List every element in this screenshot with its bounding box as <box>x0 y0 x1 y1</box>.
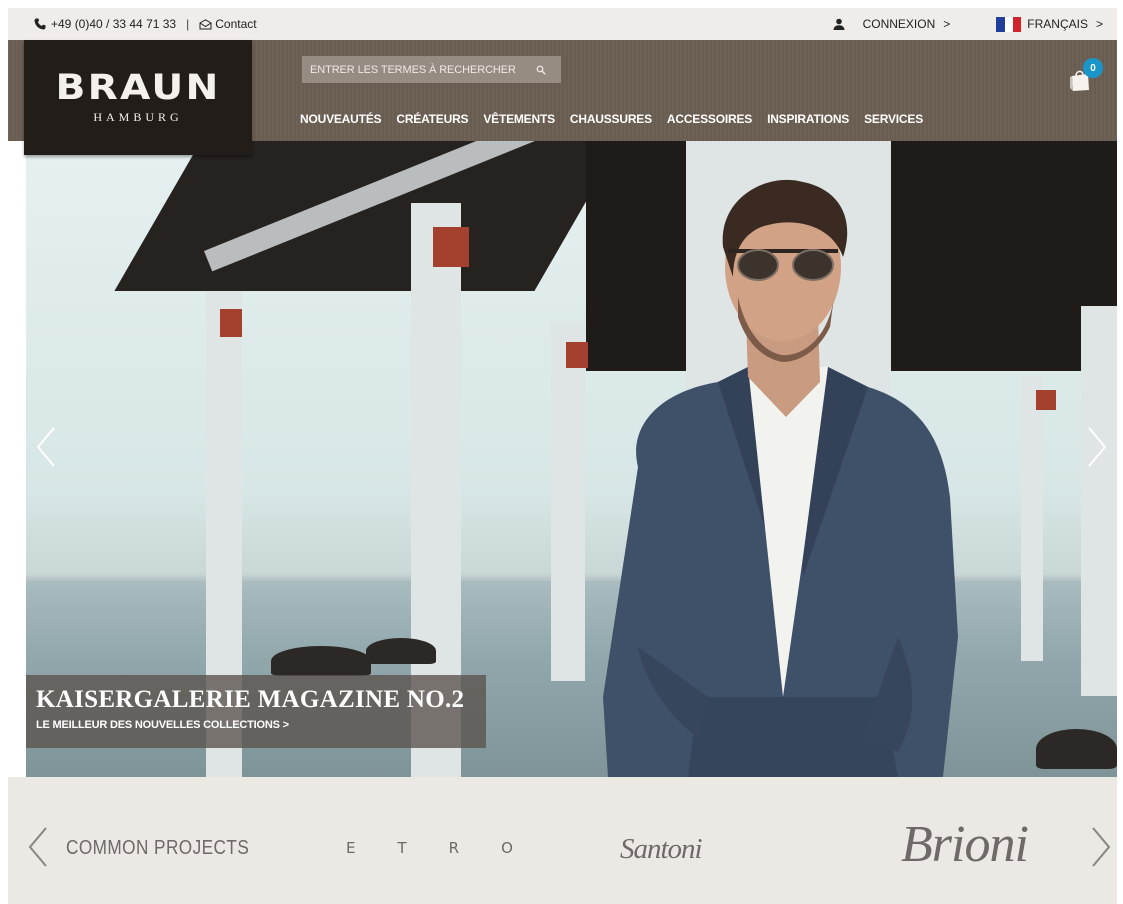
phone-number[interactable]: +49 (0)40 / 33 44 71 33 <box>51 17 176 31</box>
nav-item-createurs[interactable]: CRÉATEURS <box>396 112 468 126</box>
hero-pergola-roof <box>114 141 621 291</box>
separator: | <box>186 17 190 31</box>
hero-fire-bowl <box>366 638 436 664</box>
nav-item-vetements[interactable]: VÊTEMENTS <box>483 112 555 126</box>
hero-fire-bowl <box>271 646 371 676</box>
phone-icon <box>34 18 46 30</box>
nav-item-services[interactable]: SERVICES <box>864 112 923 126</box>
brand-carousel: COMMON PROJECTS ETRO Santoni Brioni <box>8 777 1117 904</box>
login-link[interactable]: CONNEXION > <box>863 17 951 31</box>
account-language: CONNEXION > FRANÇAIS > <box>833 16 1117 32</box>
contact-info: +49 (0)40 / 33 44 71 33 | Contact <box>8 17 257 31</box>
brand-logo-etro[interactable]: ETRO <box>346 839 555 857</box>
logo-brand: BRAUN <box>55 68 221 108</box>
language-label: FRANÇAIS <box>1027 17 1088 31</box>
hero-column <box>1021 376 1043 661</box>
hero-caption[interactable]: KAISERGALERIE MAGAZINE NO.2 LE MEILLEUR … <box>26 675 486 748</box>
brand-prev-chevron-left-icon[interactable] <box>26 824 50 870</box>
nav-item-inspirations[interactable]: INSPIRATIONS <box>767 112 849 126</box>
brand-logo-brioni[interactable]: Brioni <box>901 815 1029 874</box>
contact-link[interactable]: Contact <box>215 17 256 31</box>
hero-fire-bowl <box>1036 729 1117 769</box>
hero-lamp <box>1036 390 1056 410</box>
cart-button[interactable]: 0 <box>1065 58 1103 96</box>
search-placeholder: ENTRER LES TERMES À RECHERCHER <box>310 63 516 76</box>
user-icon <box>833 18 845 30</box>
hero-lamp <box>220 309 242 337</box>
top-utility-bar: +49 (0)40 / 33 44 71 33 | Contact CONNEX… <box>8 8 1117 40</box>
language-chevron: > <box>1095 17 1103 31</box>
site-logo[interactable]: BRAUN HAMBURG <box>24 40 252 155</box>
nav-item-nouveautes[interactable]: NOUVEAUTÉS <box>300 112 382 126</box>
brand-next-chevron-right-icon[interactable] <box>1089 824 1113 870</box>
main-navigation: NOUVEAUTÉS CRÉATEURS VÊTEMENTS CHAUSSURE… <box>300 112 938 126</box>
hero-lamp <box>433 227 469 267</box>
france-flag-icon <box>996 16 1022 32</box>
nav-item-accessoires[interactable]: ACCESSOIRES <box>667 112 752 126</box>
login-chevron: > <box>943 17 951 31</box>
search-icon[interactable] <box>536 65 546 75</box>
cart-count-badge: 0 <box>1083 58 1103 78</box>
hero-title: KAISERGALERIE MAGAZINE NO.2 <box>36 686 465 713</box>
hero-subtitle-link[interactable]: LE MEILLEUR DES NOUVELLES COLLECTIONS > <box>36 719 486 731</box>
language-selector[interactable]: FRANÇAIS > <box>996 16 1103 32</box>
search-input[interactable]: ENTRER LES TERMES À RECHERCHER <box>302 56 561 83</box>
hero-model-image <box>603 179 958 777</box>
hero-prev-arrow-chevron-left-icon[interactable] <box>34 424 58 470</box>
hero-lamp <box>566 342 588 368</box>
site-header: BRAUN HAMBURG ENTRER LES TERMES À RECHER… <box>8 40 1117 155</box>
brand-logo-santoni[interactable]: Santoni <box>620 833 703 866</box>
hero-column <box>1081 306 1117 696</box>
hero-next-arrow-chevron-right-icon[interactable] <box>1085 424 1109 470</box>
mail-icon <box>199 18 212 29</box>
hero-column <box>551 321 585 681</box>
brand-logo-common-projects[interactable]: COMMON PROJECTS <box>66 837 249 860</box>
nav-item-chaussures[interactable]: CHAUSSURES <box>570 112 652 126</box>
login-label: CONNEXION <box>862 17 936 31</box>
logo-city: HAMBURG <box>93 110 183 124</box>
